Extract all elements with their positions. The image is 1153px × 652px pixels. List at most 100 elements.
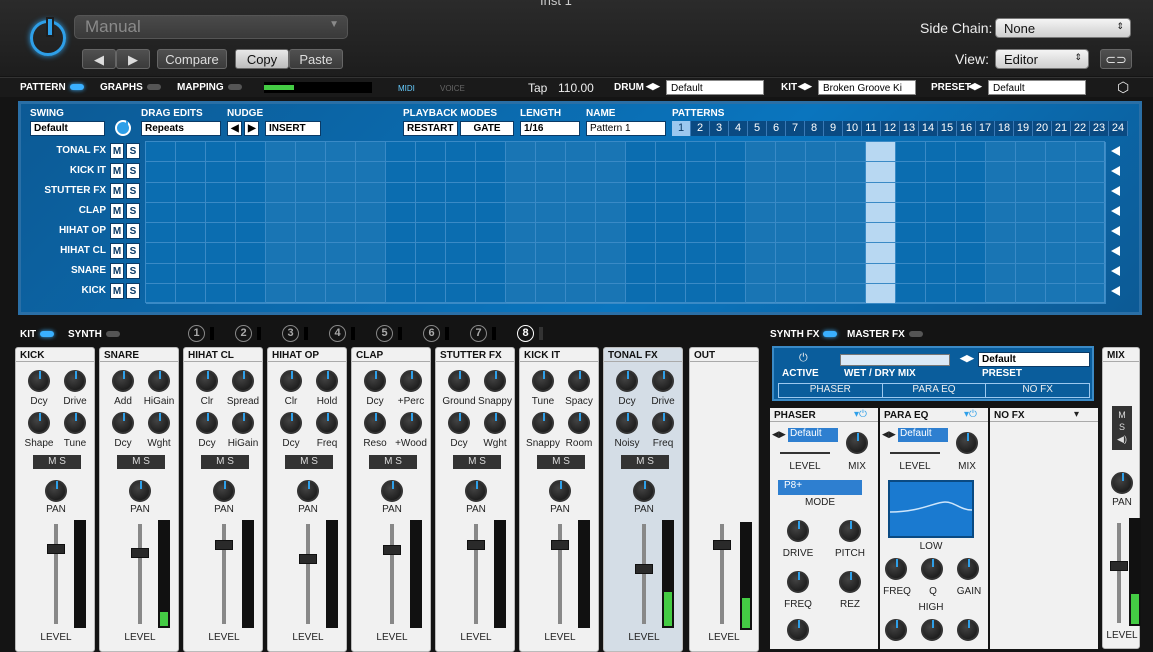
step-cell[interactable] xyxy=(1016,202,1046,223)
step-cell[interactable] xyxy=(656,283,686,304)
step-cell[interactable] xyxy=(506,243,536,264)
channel-knob[interactable] xyxy=(484,370,506,392)
step-cell[interactable] xyxy=(506,142,536,163)
step-cell[interactable] xyxy=(896,243,926,264)
mute-solo-buttons[interactable]: M S xyxy=(285,455,333,469)
step-cell[interactable] xyxy=(626,263,656,284)
prev-preset-button[interactable]: ◀ xyxy=(82,49,116,69)
nudge-right-button[interactable]: ▶ xyxy=(244,121,259,136)
step-cell[interactable] xyxy=(686,283,716,304)
pattern-7[interactable]: 7 xyxy=(786,121,805,136)
step-cell[interactable] xyxy=(176,182,206,203)
step-cell[interactable] xyxy=(956,223,986,244)
pattern-16[interactable]: 16 xyxy=(957,121,976,136)
step-cell[interactable] xyxy=(866,142,896,163)
settings-icon[interactable]: ⬡ xyxy=(1117,79,1129,96)
channel-knob[interactable] xyxy=(316,412,338,434)
step-cell[interactable] xyxy=(206,263,236,284)
fx-preset-select[interactable]: Default xyxy=(978,352,1090,367)
step-cell[interactable] xyxy=(1046,142,1076,163)
mix-ms-buttons[interactable]: M S ◀) xyxy=(1112,406,1132,450)
copy-button[interactable]: Copy xyxy=(235,49,289,69)
mute-button[interactable]: M xyxy=(110,283,124,299)
pan-knob[interactable] xyxy=(549,480,571,502)
step-cell[interactable] xyxy=(716,283,746,304)
fx-preset-arrows[interactable]: ◀▶ xyxy=(960,353,974,364)
tab-kit[interactable]: KIT xyxy=(20,329,55,340)
link-icon[interactable]: ⊂⊃ xyxy=(1100,49,1132,69)
step-cell[interactable] xyxy=(926,162,956,183)
step-cell[interactable] xyxy=(596,202,626,223)
paste-button[interactable]: Paste xyxy=(289,49,343,69)
step-cell[interactable] xyxy=(386,243,416,264)
preset-arrows[interactable]: ◀▶ xyxy=(968,81,982,92)
step-cell[interactable] xyxy=(446,142,476,163)
eq-gain-knob[interactable] xyxy=(957,558,979,580)
step-cell[interactable] xyxy=(266,202,296,223)
step-cell[interactable] xyxy=(536,142,566,163)
channel-knob[interactable] xyxy=(616,412,638,434)
solo-button[interactable]: S xyxy=(126,203,140,219)
channel-knob[interactable] xyxy=(148,412,170,434)
channel-knob[interactable] xyxy=(400,412,422,434)
fx-tab-nofx[interactable]: NO FX xyxy=(986,384,1089,397)
mute-button[interactable]: M xyxy=(110,183,124,199)
fx-tab-paraeq[interactable]: PARA EQ xyxy=(883,384,987,397)
phaser-freq-knob[interactable] xyxy=(787,571,809,593)
step-cell[interactable] xyxy=(656,182,686,203)
paraeq-preset-arrows[interactable]: ◀▶ xyxy=(882,429,896,440)
row-end-arrow[interactable] xyxy=(1111,146,1120,156)
pan-knob[interactable] xyxy=(633,480,655,502)
mute-button[interactable]: M xyxy=(110,243,124,259)
slot-1[interactable]: 1 xyxy=(188,325,205,342)
mute-solo-buttons[interactable]: M S xyxy=(369,455,417,469)
step-cell[interactable] xyxy=(386,223,416,244)
step-cell[interactable] xyxy=(506,223,536,244)
step-cell[interactable] xyxy=(416,263,446,284)
step-cell[interactable] xyxy=(1076,202,1106,223)
channel-knob[interactable] xyxy=(616,370,638,392)
step-cell[interactable] xyxy=(146,223,176,244)
step-cell[interactable] xyxy=(1076,162,1106,183)
step-cell[interactable] xyxy=(986,162,1016,183)
step-cell[interactable] xyxy=(836,182,866,203)
step-cell[interactable] xyxy=(446,263,476,284)
step-cell[interactable] xyxy=(446,243,476,264)
step-cell[interactable] xyxy=(956,202,986,223)
phaser-rez-knob[interactable] xyxy=(839,571,861,593)
step-cell[interactable] xyxy=(656,223,686,244)
pattern-6[interactable]: 6 xyxy=(767,121,786,136)
step-cell[interactable] xyxy=(416,223,446,244)
step-cell[interactable] xyxy=(686,142,716,163)
step-cell[interactable] xyxy=(926,142,956,163)
restart-button[interactable]: RESTART xyxy=(403,121,458,136)
next-preset-button[interactable]: ▶ xyxy=(116,49,150,69)
step-cell[interactable] xyxy=(956,243,986,264)
step-cell[interactable] xyxy=(416,162,446,183)
step-cell[interactable] xyxy=(1046,202,1076,223)
step-cell[interactable] xyxy=(506,162,536,183)
step-cell[interactable] xyxy=(746,263,776,284)
tab-synth-fx[interactable]: SYNTH FX xyxy=(770,329,838,340)
channel-knob[interactable] xyxy=(568,412,590,434)
nudge-left-button[interactable]: ◀ xyxy=(227,121,242,136)
step-cell[interactable] xyxy=(536,202,566,223)
step-cell[interactable] xyxy=(296,223,326,244)
row-end-arrow[interactable] xyxy=(1111,286,1120,296)
channel-knob[interactable] xyxy=(448,370,470,392)
step-cell[interactable] xyxy=(386,202,416,223)
preset-select[interactable]: Default xyxy=(988,80,1086,95)
step-cell[interactable] xyxy=(176,142,206,163)
level-fader[interactable] xyxy=(383,545,401,555)
step-cell[interactable] xyxy=(1046,263,1076,284)
step-cell[interactable] xyxy=(686,182,716,203)
out-fader[interactable] xyxy=(713,540,731,550)
pattern-12[interactable]: 12 xyxy=(881,121,900,136)
step-cell[interactable] xyxy=(416,243,446,264)
drag-edits-select[interactable]: Repeats xyxy=(141,121,221,136)
phaser-level-slider[interactable] xyxy=(780,452,830,454)
step-cell[interactable] xyxy=(626,223,656,244)
step-cell[interactable] xyxy=(746,223,776,244)
step-cell[interactable] xyxy=(716,182,746,203)
solo-button[interactable]: S xyxy=(126,243,140,259)
